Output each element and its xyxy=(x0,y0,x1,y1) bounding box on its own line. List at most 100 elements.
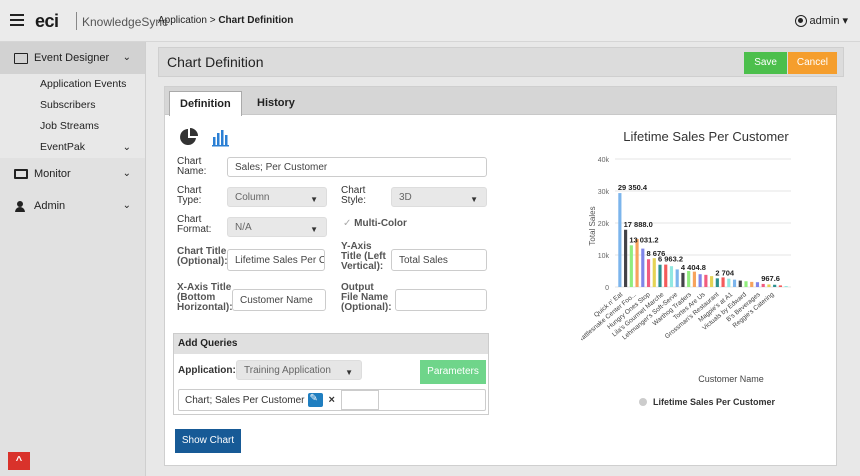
chart-data-label: 13 031.2 xyxy=(629,235,658,244)
logo-divider xyxy=(76,12,77,30)
sidebar-item-event-designer[interactable]: Event Designer ⌄ xyxy=(0,42,145,74)
user-icon xyxy=(794,14,807,27)
chart-bar xyxy=(629,245,633,287)
chart-name-label: Chart Name: xyxy=(177,156,207,177)
chart-x-axis-label: Customer Name xyxy=(698,374,764,384)
chart-bar xyxy=(698,274,702,287)
chart-bar xyxy=(692,271,696,287)
y-axis-title-label: Y-Axis Title (Left Vertical): xyxy=(341,241,386,272)
chart-y-tick-label: 30k xyxy=(598,189,610,196)
chart-type-label: Chart Type: xyxy=(177,185,202,206)
chart-title-label: Chart Title (Optional): xyxy=(177,246,228,267)
chart-bar xyxy=(744,281,748,287)
chart-y-tick-label: 0 xyxy=(605,285,609,292)
user-name: admin xyxy=(809,14,840,27)
breadcrumb-application[interactable]: Application xyxy=(158,15,207,26)
chart-preview: Lifetime Sales Per Customer 0 10k 20k 30k 40… xyxy=(581,129,791,407)
sidebar-label: Monitor xyxy=(34,168,71,180)
chart-format-label: Chart Format: xyxy=(177,214,212,235)
sidebar-label: Event Designer xyxy=(34,52,110,64)
query-row: Chart; Sales Per Customer × xyxy=(178,389,486,411)
application-label: Application: xyxy=(178,365,236,376)
multicolor-checkbox[interactable]: ✓ Multi-Color xyxy=(343,218,407,229)
breadcrumb: Application > Chart Definition xyxy=(158,15,293,26)
pie-chart-icon[interactable] xyxy=(179,127,199,147)
chart-legend-label[interactable]: Lifetime Sales Per Customer xyxy=(653,397,776,407)
chart-bar xyxy=(773,284,777,287)
chart-bar xyxy=(641,248,645,287)
show-chart-button[interactable]: Show Chart xyxy=(175,429,241,453)
chart-bar xyxy=(732,279,737,287)
chart-data-label: 4 404.8 xyxy=(681,263,706,272)
cancel-button[interactable]: Cancel xyxy=(787,52,837,74)
sidebar-subitem-job-streams[interactable]: Job Streams xyxy=(0,116,145,137)
chart-bar xyxy=(624,229,628,287)
chart-bar xyxy=(704,274,708,287)
y-axis-title-input[interactable]: Total Sales xyxy=(391,249,487,271)
chart-bar xyxy=(727,278,731,287)
save-button[interactable]: Save xyxy=(744,52,787,74)
chart-type-select[interactable]: Column ▼ xyxy=(227,187,327,207)
chart-bar xyxy=(681,272,685,287)
hamburger-menu-icon[interactable] xyxy=(10,14,24,26)
chart-data-label: 6 963.2 xyxy=(658,255,683,264)
add-queries-section: Add Queries Application: Training Applic… xyxy=(173,333,489,415)
person-icon xyxy=(14,200,28,212)
chart-bar xyxy=(750,281,754,287)
caret-down-icon: ▼ xyxy=(470,195,478,204)
sidebar-item-monitor[interactable]: Monitor ⌄ xyxy=(0,158,145,190)
parameters-button[interactable]: Parameters xyxy=(420,360,486,384)
page-title-bar: Chart Definition Save Cancel xyxy=(158,47,844,77)
eci-logo: eci xyxy=(35,11,59,31)
scroll-up-button[interactable]: ^ xyxy=(8,452,30,470)
chart-definition-panel: Definition History Chart Name: Sales; Per… xyxy=(164,86,837,466)
bar-chart-icon[interactable] xyxy=(211,127,231,147)
chart-bar xyxy=(778,285,782,287)
chart-bar xyxy=(664,264,668,287)
sidebar-subitem-eventpak[interactable]: EventPak ⌄ xyxy=(0,137,145,158)
chart-bar xyxy=(738,280,742,287)
chevron-down-icon: ⌄ xyxy=(122,142,131,153)
user-menu[interactable]: admin ▾ xyxy=(794,14,848,27)
x-axis-title-input[interactable]: Customer Name xyxy=(232,289,326,311)
breadcrumb-current: Chart Definition xyxy=(218,15,294,26)
chart-format-select[interactable]: N/A ▼ xyxy=(227,217,327,237)
chart-title-input[interactable]: Lifetime Sales Per Cu xyxy=(227,249,325,271)
sidebar-subitem-subscribers[interactable]: Subscribers xyxy=(0,95,145,116)
chart-bar xyxy=(618,193,622,287)
chart-bar xyxy=(761,283,765,287)
chart-bar xyxy=(784,286,788,287)
tab-history[interactable]: History xyxy=(247,91,305,116)
chart-y-tick-label: 10k xyxy=(598,253,610,260)
sidebar: Event Designer ⌄ Application Events Subs… xyxy=(0,42,146,476)
chart-bar xyxy=(635,239,639,287)
output-file-name-input[interactable] xyxy=(395,289,487,311)
caret-down-icon: ▼ xyxy=(310,225,318,234)
breadcrumb-separator: > xyxy=(209,15,216,26)
chart-data-label: 967.6 xyxy=(761,274,780,283)
sidebar-subitem-application-events[interactable]: Application Events xyxy=(0,74,145,95)
chart-bar xyxy=(710,276,714,287)
query-extra-input[interactable] xyxy=(340,390,379,410)
edit-query-icon[interactable] xyxy=(307,393,323,407)
output-file-name-label: Output File Name (Optional): xyxy=(341,282,392,313)
remove-query-icon[interactable]: × xyxy=(329,394,335,406)
chart-style-select[interactable]: 3D ▼ xyxy=(391,187,487,207)
chart-y-tick-label: 20k xyxy=(598,221,610,228)
chart-bar xyxy=(646,259,651,287)
monitor-icon xyxy=(14,169,28,179)
tab-definition[interactable]: Definition xyxy=(169,91,242,116)
tab-bar: Definition History xyxy=(165,87,836,116)
legend-marker[interactable] xyxy=(639,398,647,406)
sidebar-label: Admin xyxy=(34,200,66,212)
brand-name: KnowledgeSync xyxy=(82,15,169,29)
chevron-down-icon: ⌄ xyxy=(122,168,131,179)
chart-bar xyxy=(687,271,691,287)
chart-bar xyxy=(755,282,760,287)
caret-down-icon: ▼ xyxy=(345,368,353,377)
application-select[interactable]: Training Application ▼ xyxy=(236,360,362,380)
chart-name-input[interactable]: Sales; Per Customer xyxy=(227,157,487,177)
chart-bar xyxy=(669,266,674,287)
sidebar-item-admin[interactable]: Admin ⌄ xyxy=(0,190,145,222)
chart-bar xyxy=(652,258,656,287)
